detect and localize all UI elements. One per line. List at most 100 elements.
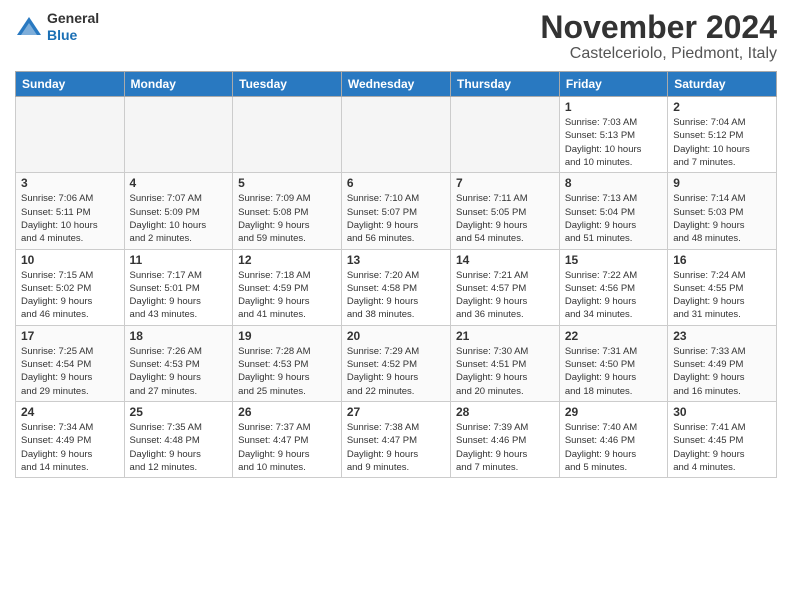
day-number: 12 <box>238 253 336 267</box>
day-info: Sunrise: 7:09 AM Sunset: 5:08 PM Dayligh… <box>238 192 336 245</box>
calendar-cell: 15Sunrise: 7:22 AM Sunset: 4:56 PM Dayli… <box>559 249 667 325</box>
calendar-cell: 28 Sunrise: 7:39 AM Sunset: 4:46 PM Dayli… <box>451 401 560 477</box>
day-number: 22 <box>565 329 662 343</box>
logo-text: General Blue <box>47 10 99 44</box>
calendar-week-1: 1Sunrise: 7:03 AM Sunset: 5:13 PM Daylig… <box>16 97 777 173</box>
day-number: 25 <box>130 405 228 419</box>
day-number: 20 <box>347 329 445 343</box>
calendar-cell <box>233 97 342 173</box>
calendar-cell: 26 Sunrise: 7:37 AM Sunset: 4:47 PM Dayli… <box>233 401 342 477</box>
day-info: Sunrise: 7:24 AM Sunset: 4:55 PM Dayligh… <box>673 269 771 322</box>
day-info: Sunrise: 7:20 AM Sunset: 4:58 PM Dayligh… <box>347 269 445 322</box>
calendar-cell: 13 Sunrise: 7:20 AM Sunset: 4:58 PM Dayli… <box>341 249 450 325</box>
calendar-cell: 2 Sunrise: 7:04 AM Sunset: 5:12 PM Daylig… <box>668 97 777 173</box>
day-number: 29 <box>565 405 662 419</box>
day-number: 1 <box>565 100 662 114</box>
day-info: Sunrise: 7:39 AM Sunset: 4:46 PM Dayligh… <box>456 421 554 474</box>
logo-icon <box>15 13 43 41</box>
day-number: 26 <box>238 405 336 419</box>
day-number: 6 <box>347 176 445 190</box>
day-number: 23 <box>673 329 771 343</box>
day-number: 8 <box>565 176 662 190</box>
calendar-cell: 12 Sunrise: 7:18 AM Sunset: 4:59 PM Dayli… <box>233 249 342 325</box>
day-info: Sunrise: 7:31 AM Sunset: 4:50 PM Dayligh… <box>565 345 662 398</box>
day-info: Sunrise: 7:41 AM Sunset: 4:45 PM Dayligh… <box>673 421 771 474</box>
calendar-cell: 5 Sunrise: 7:09 AM Sunset: 5:08 PM Daylig… <box>233 173 342 249</box>
day-info: Sunrise: 7:15 AM Sunset: 5:02 PM Dayligh… <box>21 269 119 322</box>
title-area: November 2024 Castelceriolo, Piedmont, I… <box>540 10 777 63</box>
calendar-cell: 3 Sunrise: 7:06 AM Sunset: 5:11 PM Daylig… <box>16 173 125 249</box>
calendar-cell: 19 Sunrise: 7:28 AM Sunset: 4:53 PM Dayli… <box>233 325 342 401</box>
calendar-cell: 1Sunrise: 7:03 AM Sunset: 5:13 PM Daylig… <box>559 97 667 173</box>
day-info: Sunrise: 7:30 AM Sunset: 4:51 PM Dayligh… <box>456 345 554 398</box>
day-number: 7 <box>456 176 554 190</box>
day-info: Sunrise: 7:34 AM Sunset: 4:49 PM Dayligh… <box>21 421 119 474</box>
calendar-cell: 24 Sunrise: 7:34 AM Sunset: 4:49 PM Dayli… <box>16 401 125 477</box>
day-number: 13 <box>347 253 445 267</box>
calendar-cell: 20 Sunrise: 7:29 AM Sunset: 4:52 PM Dayli… <box>341 325 450 401</box>
day-number: 3 <box>21 176 119 190</box>
weekday-sunday: Sunday <box>16 72 125 97</box>
calendar-cell: 7 Sunrise: 7:11 AM Sunset: 5:05 PM Daylig… <box>451 173 560 249</box>
day-number: 27 <box>347 405 445 419</box>
day-info: Sunrise: 7:07 AM Sunset: 5:09 PM Dayligh… <box>130 192 228 245</box>
calendar-cell: 30Sunrise: 7:41 AM Sunset: 4:45 PM Dayli… <box>668 401 777 477</box>
day-info: Sunrise: 7:33 AM Sunset: 4:49 PM Dayligh… <box>673 345 771 398</box>
calendar-cell <box>341 97 450 173</box>
location-title: Castelceriolo, Piedmont, Italy <box>540 45 777 63</box>
calendar-cell: 25Sunrise: 7:35 AM Sunset: 4:48 PM Dayli… <box>124 401 233 477</box>
calendar-week-3: 10 Sunrise: 7:15 AM Sunset: 5:02 PM Dayli… <box>16 249 777 325</box>
day-number: 9 <box>673 176 771 190</box>
calendar-cell: 14 Sunrise: 7:21 AM Sunset: 4:57 PM Dayli… <box>451 249 560 325</box>
calendar-cell: 22 Sunrise: 7:31 AM Sunset: 4:50 PM Dayli… <box>559 325 667 401</box>
calendar-cell: 16 Sunrise: 7:24 AM Sunset: 4:55 PM Dayli… <box>668 249 777 325</box>
day-info: Sunrise: 7:40 AM Sunset: 4:46 PM Dayligh… <box>565 421 662 474</box>
calendar-header: SundayMondayTuesdayWednesdayThursdayFrid… <box>16 72 777 97</box>
calendar-cell <box>16 97 125 173</box>
day-number: 17 <box>21 329 119 343</box>
calendar-cell <box>451 97 560 173</box>
calendar-cell: 21Sunrise: 7:30 AM Sunset: 4:51 PM Dayli… <box>451 325 560 401</box>
weekday-friday: Friday <box>559 72 667 97</box>
day-number: 15 <box>565 253 662 267</box>
day-info: Sunrise: 7:37 AM Sunset: 4:47 PM Dayligh… <box>238 421 336 474</box>
day-number: 2 <box>673 100 771 114</box>
day-number: 14 <box>456 253 554 267</box>
calendar-cell: 9Sunrise: 7:14 AM Sunset: 5:03 PM Daylig… <box>668 173 777 249</box>
day-info: Sunrise: 7:29 AM Sunset: 4:52 PM Dayligh… <box>347 345 445 398</box>
day-number: 28 <box>456 405 554 419</box>
calendar-week-4: 17 Sunrise: 7:25 AM Sunset: 4:54 PM Dayli… <box>16 325 777 401</box>
weekday-thursday: Thursday <box>451 72 560 97</box>
logo: General Blue <box>15 10 99 44</box>
calendar-cell: 27 Sunrise: 7:38 AM Sunset: 4:47 PM Dayli… <box>341 401 450 477</box>
calendar-cell: 6 Sunrise: 7:10 AM Sunset: 5:07 PM Daylig… <box>341 173 450 249</box>
day-info: Sunrise: 7:21 AM Sunset: 4:57 PM Dayligh… <box>456 269 554 322</box>
calendar-week-2: 3 Sunrise: 7:06 AM Sunset: 5:11 PM Daylig… <box>16 173 777 249</box>
day-number: 10 <box>21 253 119 267</box>
day-info: Sunrise: 7:26 AM Sunset: 4:53 PM Dayligh… <box>130 345 228 398</box>
day-info: Sunrise: 7:25 AM Sunset: 4:54 PM Dayligh… <box>21 345 119 398</box>
day-number: 24 <box>21 405 119 419</box>
day-number: 11 <box>130 253 228 267</box>
calendar-week-5: 24 Sunrise: 7:34 AM Sunset: 4:49 PM Dayli… <box>16 401 777 477</box>
calendar-cell: 8Sunrise: 7:13 AM Sunset: 5:04 PM Daylig… <box>559 173 667 249</box>
day-info: Sunrise: 7:10 AM Sunset: 5:07 PM Dayligh… <box>347 192 445 245</box>
day-info: Sunrise: 7:28 AM Sunset: 4:53 PM Dayligh… <box>238 345 336 398</box>
calendar: SundayMondayTuesdayWednesdayThursdayFrid… <box>15 71 777 478</box>
weekday-saturday: Saturday <box>668 72 777 97</box>
day-number: 19 <box>238 329 336 343</box>
day-info: Sunrise: 7:18 AM Sunset: 4:59 PM Dayligh… <box>238 269 336 322</box>
day-info: Sunrise: 7:04 AM Sunset: 5:12 PM Dayligh… <box>673 116 771 169</box>
day-info: Sunrise: 7:38 AM Sunset: 4:47 PM Dayligh… <box>347 421 445 474</box>
day-info: Sunrise: 7:11 AM Sunset: 5:05 PM Dayligh… <box>456 192 554 245</box>
day-number: 16 <box>673 253 771 267</box>
day-info: Sunrise: 7:06 AM Sunset: 5:11 PM Dayligh… <box>21 192 119 245</box>
day-info: Sunrise: 7:17 AM Sunset: 5:01 PM Dayligh… <box>130 269 228 322</box>
weekday-wednesday: Wednesday <box>341 72 450 97</box>
weekday-tuesday: Tuesday <box>233 72 342 97</box>
calendar-cell: 11 Sunrise: 7:17 AM Sunset: 5:01 PM Dayli… <box>124 249 233 325</box>
weekday-header-row: SundayMondayTuesdayWednesdayThursdayFrid… <box>16 72 777 97</box>
day-number: 5 <box>238 176 336 190</box>
weekday-monday: Monday <box>124 72 233 97</box>
calendar-cell: 29 Sunrise: 7:40 AM Sunset: 4:46 PM Dayli… <box>559 401 667 477</box>
